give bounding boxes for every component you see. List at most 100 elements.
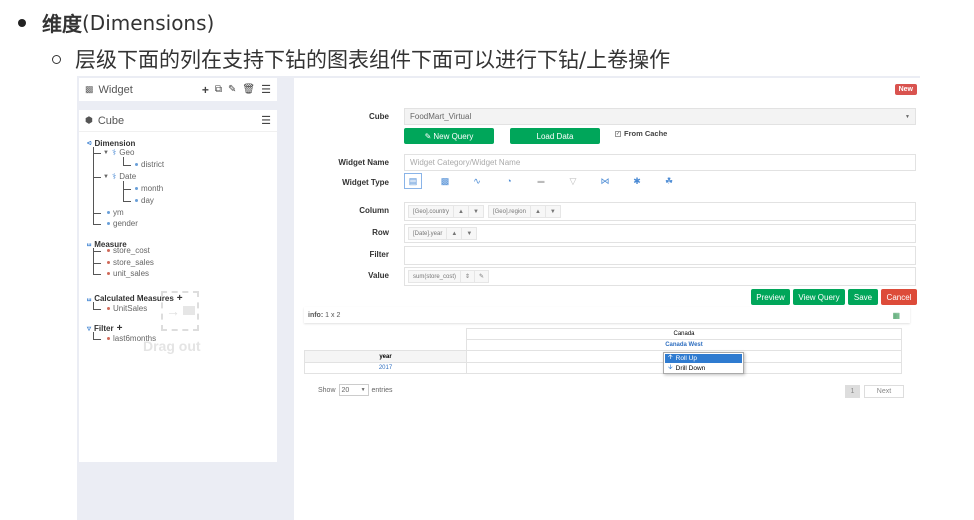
subitem-text: 层级下面的列在支持下钻的图表组件下面可以进行下钻/上卷操作 [75, 48, 671, 72]
save-button[interactable]: Save [848, 289, 878, 305]
arrow-right-icon: → [166, 303, 180, 319]
tree-item-geo[interactable]: ▼ ⚕ Geo [103, 148, 134, 157]
arrow-down-icon: 🡫 [668, 364, 673, 371]
page-1-button[interactable]: 1 [845, 385, 860, 398]
tree-item-measure[interactable]: unit_sales [107, 269, 149, 278]
plus-icon[interactable]: + [202, 83, 209, 97]
cube-select[interactable]: FoodMart_Virtual ▼ [404, 108, 916, 125]
view-query-button[interactable]: View Query [793, 289, 845, 305]
bullet-subitem: 层级下面的列在支持下钻的图表组件下面可以进行下钻/上卷操作 [52, 44, 670, 74]
value-label: Value [368, 271, 389, 280]
column-label: Column [359, 206, 389, 215]
column-dropzone[interactable]: [Geo].country ▲ ▼ [Geo].region ▲ ▼ [404, 202, 916, 221]
filter-icon[interactable]: ▼ [469, 206, 483, 217]
heading-suffix: (Dimensions) [82, 10, 215, 35]
tree-item-month[interactable]: month [135, 184, 163, 193]
caret-down-icon: ▼ [360, 387, 366, 393]
widget-type-picker: ▤ ▩ ∿ ◔ ▬ ▽ ⋈ ✱ ☘ [404, 173, 678, 189]
sankey-chart-icon[interactable]: ⋈ [596, 173, 614, 189]
new-badge[interactable]: New [894, 84, 917, 95]
cube-panel: ⬢ Cube ☰ ⪦ Dimension ▼ ⚕ Geo district ▼ … [79, 110, 277, 462]
line-chart-icon[interactable]: ∿ [468, 173, 486, 189]
ruler-icon: ⧢ [87, 293, 92, 303]
load-data-button[interactable]: Load Data [510, 128, 600, 144]
column-chip[interactable]: [Geo].region ▲ ▼ [487, 205, 561, 218]
funnel-icon: ▿ [87, 324, 92, 333]
ruler-icon: ⧢ [87, 239, 92, 248]
cube-label: Cube [369, 112, 389, 121]
drag-out-zone[interactable]: → [161, 291, 199, 331]
doc-section: 维度 (Dimensions) 层级下面的列在支持下钻的图表组件下面可以进行下钻… [0, 0, 974, 80]
row-dropzone[interactable]: [Date].year ▲ ▼ [404, 224, 916, 243]
pie-chart-icon[interactable]: ◔ [500, 173, 518, 189]
widget-panel: ▩ Widget + ⧉ ✎ 🗑 ☰ [79, 78, 277, 101]
filter-icon[interactable]: ▼ [462, 228, 476, 239]
widget-name-input[interactable]: Widget Category/Widget Name [404, 154, 916, 171]
edit-icon[interactable]: ✎ [475, 271, 488, 282]
hierarchy-icon: ⚕ [111, 148, 117, 157]
filter-icon[interactable]: ▼ [546, 206, 560, 217]
trash-icon[interactable]: 🗑 [242, 84, 255, 95]
cube-title: Cube [97, 114, 125, 127]
row-value-2017[interactable]: 2017 [304, 362, 467, 374]
entries-select[interactable]: 20 ▼ [338, 384, 369, 396]
copy-icon[interactable]: ⧉ [215, 84, 222, 95]
filter-label: Filter [369, 250, 389, 259]
drill-context-menu: 🡩 Roll Up 🡫 Drill Down [663, 352, 744, 374]
tree-item-gender[interactable]: gender [107, 219, 138, 228]
drag-out-label: Drag out [143, 338, 201, 354]
widget-type-label: Widget Type [342, 178, 389, 187]
plus-icon[interactable]: + [117, 323, 123, 334]
value-dropzone[interactable]: sum(store_cost) ⇕ ✎ [404, 267, 916, 286]
bullet-dot [18, 18, 26, 27]
tree-item-measure[interactable]: store_cost [107, 246, 150, 255]
cube-icon: ⬢ [85, 115, 93, 125]
table-chart-icon[interactable]: ▤ [404, 173, 422, 189]
tree-item-day[interactable]: day [135, 196, 154, 205]
caret-down-icon: ▼ [103, 149, 109, 156]
sort-icon[interactable]: ▲ [447, 228, 463, 239]
new-query-button[interactable]: ✎ New Query [404, 128, 494, 144]
bullet-ring [52, 54, 61, 64]
from-cache-checkbox[interactable]: ✓ From Cache [615, 129, 667, 138]
tree-item-calc[interactable]: UnitSales [107, 304, 147, 313]
hierarchy-icon: ⚕ [111, 172, 117, 181]
row-chip[interactable]: [Date].year ▲ ▼ [408, 227, 478, 240]
funnel-chart-icon[interactable]: ▽ [564, 173, 582, 189]
sort-icon[interactable]: ▲ [454, 206, 469, 217]
next-page-button[interactable]: Next [864, 385, 904, 398]
kpi-icon[interactable]: ▬ [532, 173, 550, 189]
preview-button[interactable]: Preview [751, 289, 790, 305]
heading-text: 维度 [42, 12, 82, 36]
caret-down-icon: ▼ [905, 113, 910, 120]
column-chip[interactable]: [Geo].country ▲ ▼ [408, 205, 484, 218]
cancel-button[interactable]: Cancel [881, 289, 917, 305]
widget-editor: New Cube FoodMart_Virtual ▼ ✎ New Query … [294, 78, 920, 520]
app-screenshot: ▩ Widget + ⧉ ✎ 🗑 ☰ ⬢ Cube ☰ ⪦ Dimension [77, 76, 920, 520]
value-chip[interactable]: sum(store_cost) ⇕ ✎ [408, 270, 490, 283]
bar-chart-icon[interactable]: ▩ [436, 173, 454, 189]
dimension-header[interactable]: ⪦ Dimension [87, 138, 135, 148]
menu-icon[interactable]: ☰ [261, 83, 271, 96]
tree-item-measure[interactable]: store_sales [107, 258, 154, 267]
map-chart-icon[interactable]: ☘ [660, 173, 678, 189]
widget-name-label: Widget Name [338, 158, 389, 167]
hierarchy-icon: ⪦ [87, 138, 92, 147]
excel-export-icon[interactable]: ▦ [892, 311, 900, 320]
radar-chart-icon[interactable]: ✱ [628, 173, 646, 189]
sort-icon[interactable]: ⇕ [461, 271, 476, 282]
menu-icon[interactable]: ☰ [261, 114, 271, 127]
info-bar: info: 1 x 2 ▦ [304, 307, 910, 323]
edit-icon: ✎ [424, 131, 432, 141]
tree-item-date[interactable]: ▼ ⚕ Date [103, 172, 136, 181]
menu-item-drill-down[interactable]: 🡫 Drill Down [665, 364, 742, 373]
caret-down-icon: ▼ [103, 173, 109, 180]
sort-icon[interactable]: ▲ [531, 206, 546, 217]
tree-item-district[interactable]: district [135, 160, 164, 169]
filter-dropzone[interactable] [404, 246, 916, 265]
edit-icon[interactable]: ✎ [228, 84, 236, 95]
row-label: Row [372, 228, 389, 237]
widget-title: Widget [98, 83, 133, 96]
tree-item-ym[interactable]: ym [107, 208, 124, 217]
menu-item-roll-up[interactable]: 🡩 Roll Up [665, 354, 742, 363]
